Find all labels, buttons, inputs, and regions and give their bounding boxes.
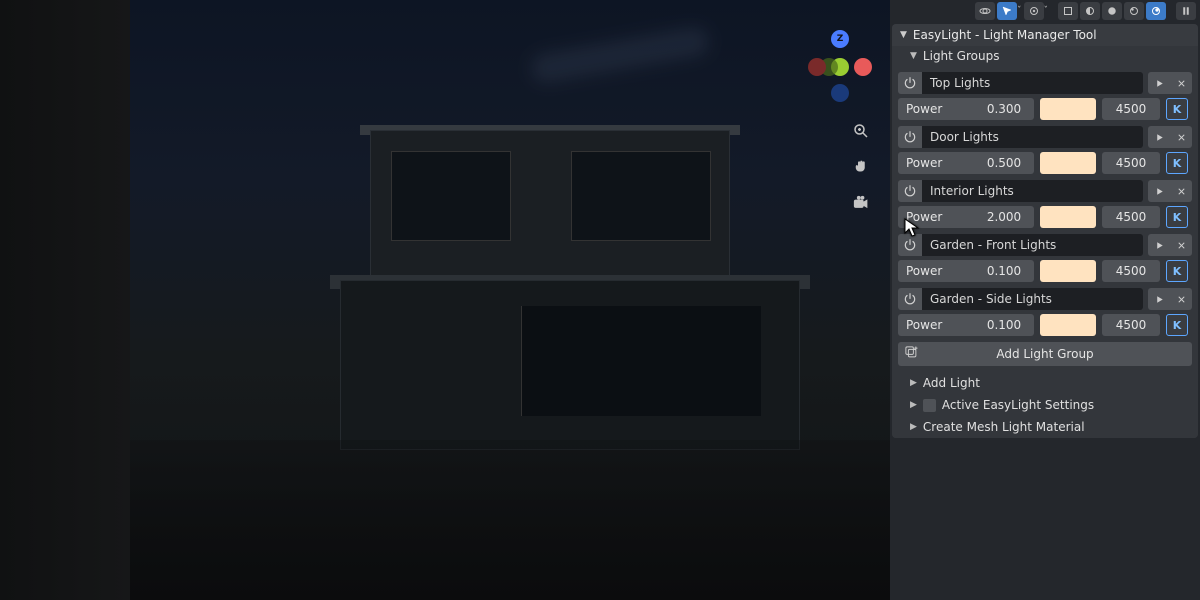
delete-button[interactable] bbox=[1170, 234, 1192, 256]
properties-panel: ˇ ˇ ▼ EasyLight - Light Manager Tool ▼ L… bbox=[890, 0, 1200, 600]
group-name-field[interactable]: Interior Lights bbox=[922, 180, 1143, 202]
power-label: Power bbox=[898, 152, 974, 174]
create-mesh-light-section[interactable]: ▶ Create Mesh Light Material bbox=[892, 416, 1198, 438]
group-name-field[interactable]: Top Lights bbox=[922, 72, 1143, 94]
kelvin-toggle[interactable]: K bbox=[1166, 152, 1188, 174]
play-button[interactable] bbox=[1148, 180, 1170, 202]
color-swatch[interactable] bbox=[1040, 98, 1096, 120]
power-toggle-button[interactable] bbox=[898, 288, 922, 310]
axis-x[interactable] bbox=[854, 58, 872, 76]
power-value[interactable]: 0.300 bbox=[974, 98, 1034, 120]
temperature-value[interactable]: 4500 bbox=[1102, 314, 1160, 336]
color-swatch[interactable] bbox=[1040, 260, 1096, 282]
color-swatch[interactable] bbox=[1040, 152, 1096, 174]
power-value[interactable]: 0.100 bbox=[974, 260, 1034, 282]
house-model bbox=[310, 90, 740, 410]
axis-z-neg[interactable] bbox=[831, 84, 849, 102]
power-label: Power bbox=[898, 314, 974, 336]
add-light-group-button[interactable]: Add Light Group bbox=[898, 342, 1192, 366]
nav-gizmo[interactable]: Z bbox=[810, 30, 870, 90]
group-name-field[interactable]: Garden - Side Lights bbox=[922, 288, 1143, 310]
easylight-panel: ▼ EasyLight - Light Manager Tool ▼ Light… bbox=[892, 24, 1198, 438]
active-easylight-section[interactable]: ▶ Active EasyLight Settings bbox=[892, 394, 1198, 416]
axis-x-neg[interactable] bbox=[808, 58, 826, 76]
light-group: Top Lights Power0.300 4500 K bbox=[898, 72, 1192, 120]
power-toggle-button[interactable] bbox=[898, 72, 922, 94]
light-groups-header[interactable]: ▼ Light Groups bbox=[892, 46, 1198, 66]
power-label: Power bbox=[898, 260, 974, 282]
temperature-value[interactable]: 4500 bbox=[1102, 260, 1160, 282]
power-toggle-button[interactable] bbox=[898, 180, 922, 202]
kelvin-toggle[interactable]: K bbox=[1166, 260, 1188, 282]
dropdown-caret-icon[interactable]: ˇ bbox=[1044, 6, 1049, 16]
light-groups-body: Top LightsPower0.3004500KDoor LightsPowe… bbox=[892, 66, 1198, 372]
shading-wire-icon[interactable] bbox=[1058, 2, 1078, 20]
ground bbox=[130, 440, 890, 600]
viewport[interactable]: Z bbox=[130, 0, 890, 600]
play-button[interactable] bbox=[1148, 234, 1170, 256]
camera-icon[interactable] bbox=[850, 192, 872, 214]
shading-rendered-icon[interactable] bbox=[1146, 2, 1166, 20]
temperature-value[interactable]: 4500 bbox=[1102, 98, 1160, 120]
power-value[interactable]: 0.100 bbox=[974, 314, 1034, 336]
light-group: Door Lights Power0.500 4500 K bbox=[898, 126, 1192, 174]
active-settings-label: Active EasyLight Settings bbox=[942, 398, 1094, 412]
sky-clouds bbox=[529, 25, 711, 86]
color-swatch[interactable] bbox=[1040, 206, 1096, 228]
temperature-value[interactable]: 4500 bbox=[1102, 152, 1160, 174]
play-button[interactable] bbox=[1148, 126, 1170, 148]
power-value[interactable]: 0.500 bbox=[974, 152, 1034, 174]
dropdown-caret-icon[interactable]: ˇ bbox=[1017, 6, 1022, 16]
delete-button[interactable] bbox=[1170, 72, 1192, 94]
add-light-section[interactable]: ▶ Add Light bbox=[892, 372, 1198, 394]
create-mesh-label: Create Mesh Light Material bbox=[923, 420, 1085, 434]
delete-button[interactable] bbox=[1170, 288, 1192, 310]
power-value[interactable]: 2.000 bbox=[974, 206, 1034, 228]
expand-triangle-icon: ▶ bbox=[910, 378, 917, 388]
expand-triangle-icon: ▶ bbox=[910, 422, 917, 432]
power-toggle-button[interactable] bbox=[898, 126, 922, 148]
shading-lookdev-icon[interactable] bbox=[1124, 2, 1144, 20]
power-toggle-button[interactable] bbox=[898, 234, 922, 256]
power-label: Power bbox=[898, 206, 974, 228]
light-groups-label: Light Groups bbox=[923, 49, 1000, 63]
power-label: Power bbox=[898, 98, 974, 120]
kelvin-toggle[interactable]: K bbox=[1166, 98, 1188, 120]
panel-title: EasyLight - Light Manager Tool bbox=[913, 28, 1097, 42]
delete-button[interactable] bbox=[1170, 126, 1192, 148]
add-group-icon bbox=[904, 345, 919, 363]
expand-triangle-icon: ▶ bbox=[910, 400, 917, 410]
light-group: Interior Lights Power2.000 4500 K bbox=[898, 180, 1192, 228]
viewport-tools bbox=[850, 120, 872, 214]
axis-z[interactable]: Z bbox=[831, 30, 849, 48]
group-name-field[interactable]: Door Lights bbox=[922, 126, 1143, 148]
light-group: Garden - Side Lights Power0.100 4500 K bbox=[898, 288, 1192, 336]
left-toolbar-strip bbox=[0, 0, 130, 600]
viewport-header-bar: ˇ ˇ bbox=[890, 0, 1200, 22]
selectability-icon[interactable] bbox=[975, 2, 995, 20]
shading-material-icon[interactable] bbox=[1102, 2, 1122, 20]
delete-button[interactable] bbox=[1170, 180, 1192, 202]
collapse-triangle-icon: ▼ bbox=[910, 51, 917, 61]
color-swatch[interactable] bbox=[1040, 314, 1096, 336]
overlay-toggle-icon[interactable] bbox=[1024, 2, 1044, 20]
collapse-triangle-icon: ▼ bbox=[900, 30, 907, 40]
add-group-label: Add Light Group bbox=[996, 347, 1093, 361]
kelvin-toggle[interactable]: K bbox=[1166, 206, 1188, 228]
pan-icon[interactable] bbox=[850, 156, 872, 178]
add-light-label: Add Light bbox=[923, 376, 980, 390]
panel-title-row[interactable]: ▼ EasyLight - Light Manager Tool bbox=[892, 24, 1198, 46]
group-name-field[interactable]: Garden - Front Lights bbox=[922, 234, 1143, 256]
play-button[interactable] bbox=[1148, 72, 1170, 94]
cursor-mode-icon[interactable] bbox=[997, 2, 1017, 20]
kelvin-toggle[interactable]: K bbox=[1166, 314, 1188, 336]
zoom-icon[interactable] bbox=[850, 120, 872, 142]
play-button[interactable] bbox=[1148, 288, 1170, 310]
pause-icon[interactable] bbox=[1176, 2, 1196, 20]
light-group: Garden - Front Lights Power0.100 4500 K bbox=[898, 234, 1192, 282]
shading-solid-icon[interactable] bbox=[1080, 2, 1100, 20]
checkbox-icon[interactable] bbox=[923, 399, 936, 412]
temperature-value[interactable]: 4500 bbox=[1102, 206, 1160, 228]
